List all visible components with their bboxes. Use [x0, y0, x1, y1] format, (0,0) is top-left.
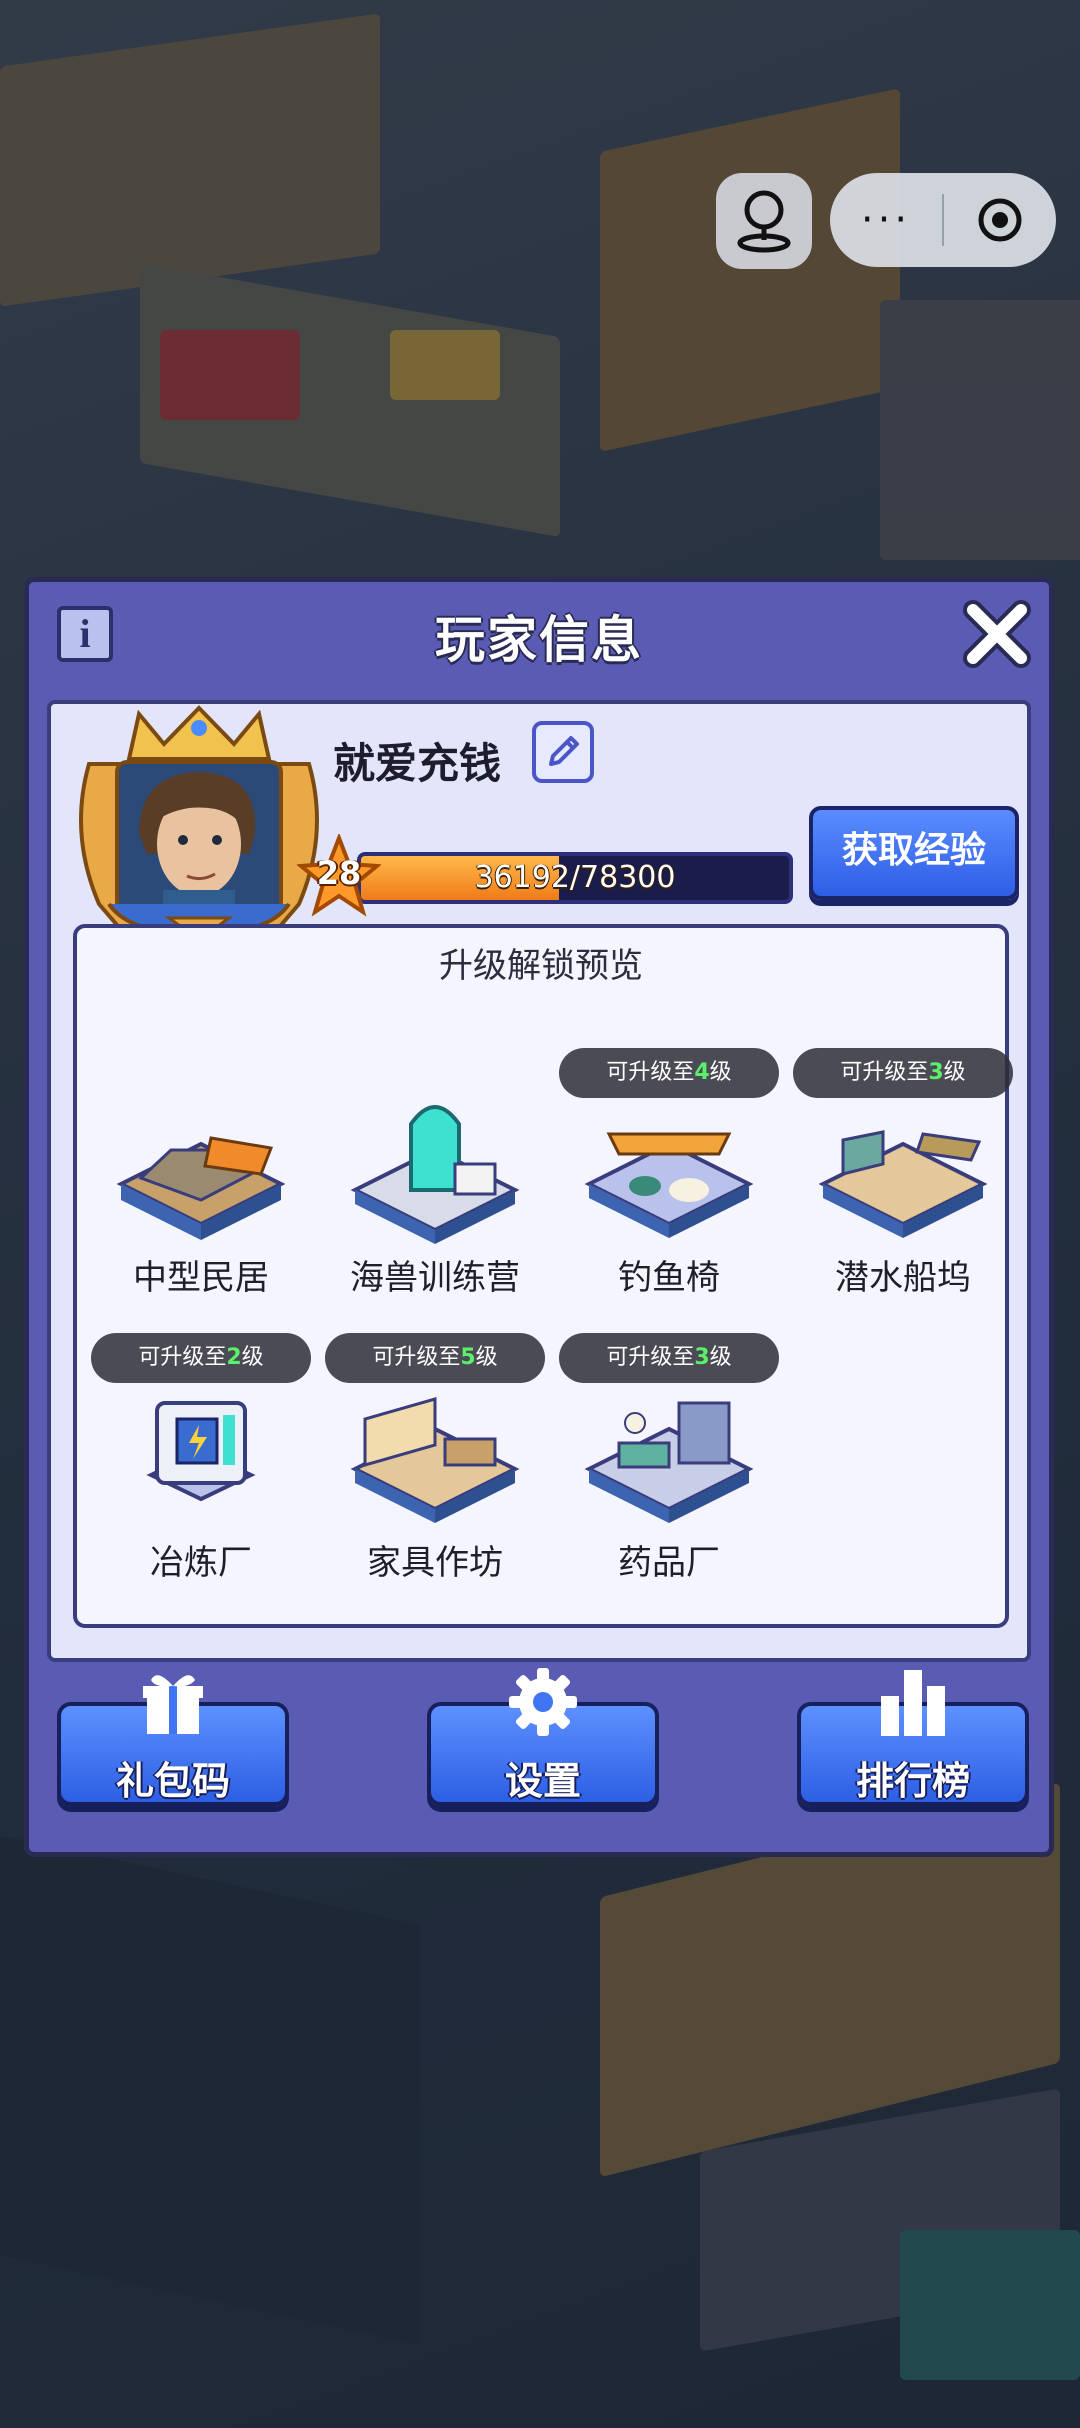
building-item[interactable]: 可升级至2级 冶炼厂: [91, 1333, 311, 1593]
player-info-dialog: i 玩家信息 就爱充钱 36192/78300 28 获取经验 升级解锁预览 中…: [24, 577, 1054, 1857]
player-info-panel: 就爱充钱 36192/78300 28 获取经验 升级解锁预览 中型民居 海兽训…: [47, 700, 1031, 1662]
edit-nickname-button[interactable]: [532, 721, 594, 783]
building-name: 潜水船坞: [835, 1258, 971, 1298]
building-name: 冶炼厂: [150, 1543, 252, 1583]
leaderboard-button[interactable]: 排行榜: [797, 1670, 1029, 1806]
user-avatar-button[interactable]: [716, 173, 812, 269]
gift-code-button[interactable]: 礼包码: [57, 1675, 289, 1806]
bar-chart-icon: [881, 1670, 945, 1736]
upgrade-badge: 可升级至5级: [325, 1333, 545, 1383]
building-item[interactable]: 可升级至5级 家具作坊: [325, 1333, 545, 1593]
building-name: 中型民居: [133, 1258, 269, 1298]
fishing-chair-icon: [584, 1132, 754, 1238]
smelter-icon: [146, 1401, 256, 1502]
player-level: 28: [316, 854, 362, 892]
building-item[interactable]: 海兽训练营: [325, 1048, 545, 1308]
xp-progress-bar: 36192/78300: [357, 852, 793, 904]
user-pin-icon: [737, 190, 791, 253]
building-name: 药品厂: [618, 1543, 720, 1583]
close-program-button[interactable]: [944, 197, 1056, 243]
building-name: 钓鱼椅: [618, 1258, 720, 1298]
close-button[interactable]: [957, 594, 1037, 674]
upgrade-unlock-preview: 升级解锁预览 中型民居 海兽训练营 可升级至4级 钓鱼椅 可升级至3级 潜水船坞…: [73, 924, 1013, 1628]
medium-house-icon: [116, 1136, 286, 1240]
pencil-icon: [549, 736, 579, 766]
leaderboard-label: 排行榜: [855, 1759, 970, 1803]
get-exp-button[interactable]: 获取经验: [809, 806, 1019, 900]
pharmacy-factory-icon: [584, 1401, 754, 1523]
dialog-title: 玩家信息: [435, 611, 643, 669]
building-item[interactable]: 可升级至4级 钓鱼椅: [559, 1048, 779, 1308]
dialog-header: i 玩家信息: [29, 582, 1049, 687]
upgrade-badge: 可升级至2级: [91, 1333, 311, 1383]
more-dots-icon[interactable]: ···: [830, 173, 942, 267]
xp-progress-text: 36192/78300: [474, 860, 676, 895]
upgrade-badge: 可升级至3级: [559, 1333, 779, 1383]
gift-code-label: 礼包码: [115, 1759, 230, 1803]
sea-beast-camp-icon: [350, 1105, 520, 1244]
building-item[interactable]: 中型民居: [91, 1048, 311, 1308]
upgrade-badge: 可升级至4级: [559, 1048, 779, 1098]
upgrade-badge: 可升级至3级: [793, 1048, 1013, 1098]
furniture-workshop-icon: [350, 1397, 520, 1523]
settings-button[interactable]: 设置: [427, 1668, 659, 1806]
target-circle-icon: [978, 198, 1022, 242]
building-name: 家具作坊: [367, 1543, 503, 1583]
diving-dock-icon: [818, 1130, 988, 1238]
gear-icon: [509, 1668, 577, 1736]
close-icon: [963, 600, 1031, 668]
building-item[interactable]: 可升级至3级 药品厂: [559, 1333, 779, 1593]
building-name: 海兽训练营: [350, 1258, 520, 1298]
preview-title: 升级解锁预览: [439, 946, 643, 986]
player-nickname: 就爱充钱: [333, 739, 502, 788]
mini-program-capsule: ···: [830, 173, 1056, 267]
avatar-crown-frame[interactable]: [69, 704, 329, 944]
gift-icon: [143, 1675, 203, 1734]
building-item[interactable]: 可升级至3级 潜水船坞: [793, 1048, 1013, 1308]
settings-label: 设置: [504, 1759, 581, 1803]
